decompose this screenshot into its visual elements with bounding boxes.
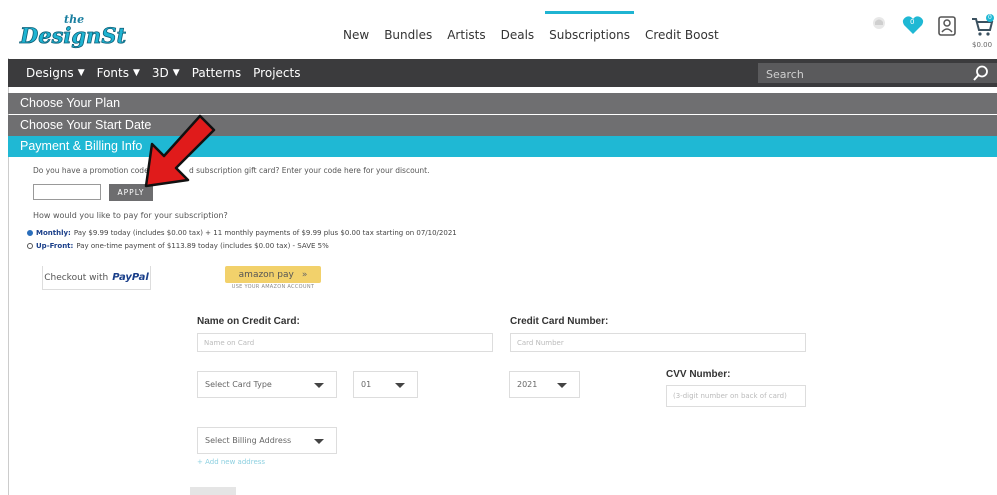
card-number-input[interactable] [510, 333, 806, 352]
nav-3d[interactable]: 3D ▼ [152, 66, 180, 80]
card-type-select[interactable]: Select Card Type [197, 371, 337, 398]
payment-question: How would you like to pay for your subsc… [33, 211, 228, 220]
nav-artists[interactable]: Artists [447, 28, 485, 42]
exp-month-select[interactable]: 01 [353, 371, 418, 398]
wishlist-count: 0 [910, 18, 915, 26]
nav-credit-boost[interactable]: Credit Boost [645, 28, 719, 42]
add-new-address-link[interactable]: + Add new address [197, 458, 265, 466]
radio-monthly[interactable]: Monthly: Pay $9.99 today (includes $0.00… [27, 229, 457, 237]
chevron-down-icon: ▼ [172, 68, 180, 78]
nav-subscriptions[interactable]: Subscriptions [545, 11, 634, 42]
name-on-card-label: Name on Credit Card: [197, 316, 300, 327]
exp-year-value: 2021 [517, 380, 538, 389]
paypal-checkout-button[interactable]: Checkout with PayPal [42, 266, 151, 290]
nav-fonts-label: Fonts [96, 66, 129, 80]
svg-text:DesignStore: DesignStore [19, 23, 126, 48]
chevron-down-icon: ▼ [77, 68, 85, 78]
site-header: the DesignStore New Bundles Artists Deal… [0, 0, 997, 58]
promo-prompt-start: Do you have a promotion code [33, 166, 149, 175]
dropdown-arrow-icon [314, 439, 324, 444]
billing-address-select[interactable]: Select Billing Address [197, 427, 337, 454]
radio-upfront-indicator[interactable] [27, 243, 33, 249]
nav-new[interactable]: New [343, 28, 369, 42]
nav-3d-label: 3D [151, 66, 169, 80]
cvv-input[interactable] [666, 385, 806, 407]
card-number-label: Credit Card Number: [510, 316, 609, 327]
nav-projects[interactable]: Projects [253, 66, 300, 80]
upfront-label: Up-Front: [36, 242, 74, 250]
nav-deals[interactable]: Deals [501, 28, 535, 42]
nav-patterns[interactable]: Patterns [192, 66, 241, 80]
radio-upfront[interactable]: Up-Front: Pay one-time payment of $113.8… [27, 242, 329, 250]
nav-subscriptions-label: Subscriptions [549, 28, 630, 42]
amazon-pay-subtext: USE YOUR AMAZON ACCOUNT [231, 284, 315, 290]
top-nav: New Bundles Artists Deals Subscriptions … [343, 11, 734, 42]
nav-bundles[interactable]: Bundles [384, 28, 432, 42]
exp-month-value: 01 [361, 380, 372, 389]
monthly-text: Pay $9.99 today (includes $0.00 tax) + 1… [73, 229, 457, 237]
promo-code-input[interactable] [33, 184, 101, 200]
exp-year-select[interactable]: 2021 [509, 371, 580, 398]
site-logo[interactable]: the DesignStore [18, 10, 165, 52]
chevron-right-icon: » [301, 269, 308, 280]
nav-patterns-label: Patterns [191, 66, 242, 80]
billing-address-value: Select Billing Address [205, 436, 292, 445]
search-icon[interactable] [973, 65, 989, 85]
account-user-icon[interactable] [938, 16, 956, 40]
monthly-label: Monthly: [36, 229, 71, 237]
paypal-prefix: Checkout with [44, 272, 109, 283]
dropdown-arrow-icon [314, 383, 324, 388]
card-type-value: Select Card Type [205, 380, 272, 389]
dropdown-arrow-icon [395, 383, 405, 388]
notification-bell-icon[interactable] [870, 14, 888, 36]
nav-designs[interactable]: Designs ▼ [26, 66, 85, 80]
name-on-card-input[interactable] [197, 333, 493, 352]
search-input[interactable] [764, 65, 963, 83]
nav-projects-label: Projects [253, 66, 301, 80]
annotation-arrow-icon [138, 112, 218, 196]
step-choose-plan[interactable]: Choose Your Plan [8, 93, 997, 114]
wishlist-heart-icon[interactable]: 0 [902, 15, 924, 39]
upfront-text: Pay one-time payment of $113.89 today (i… [76, 242, 329, 250]
submit-button-partial[interactable] [190, 487, 236, 495]
promo-prompt-end: d subscription gift card? Enter your cod… [189, 166, 430, 175]
nav-fonts[interactable]: Fonts ▼ [97, 66, 140, 80]
nav-designs-label: Designs [26, 66, 74, 80]
paypal-logo: PayPal [112, 272, 149, 283]
category-nav: Designs ▼ Fonts ▼ 3D ▼ Patterns Projects [8, 59, 997, 87]
amazon-pay-label: amazon pay [238, 269, 294, 280]
amazon-pay-button[interactable]: amazon pay » [225, 266, 321, 283]
active-nav-indicator [545, 11, 634, 14]
cart-count: 0 [988, 14, 992, 21]
dropdown-arrow-icon [557, 383, 567, 388]
cart-amount: $0.00 [972, 41, 993, 49]
search-box [758, 63, 997, 83]
cart-icon[interactable]: 0 [970, 14, 994, 42]
chevron-down-icon: ▼ [133, 68, 140, 78]
cvv-label: CVV Number: [666, 369, 731, 380]
radio-monthly-indicator[interactable] [27, 230, 33, 236]
